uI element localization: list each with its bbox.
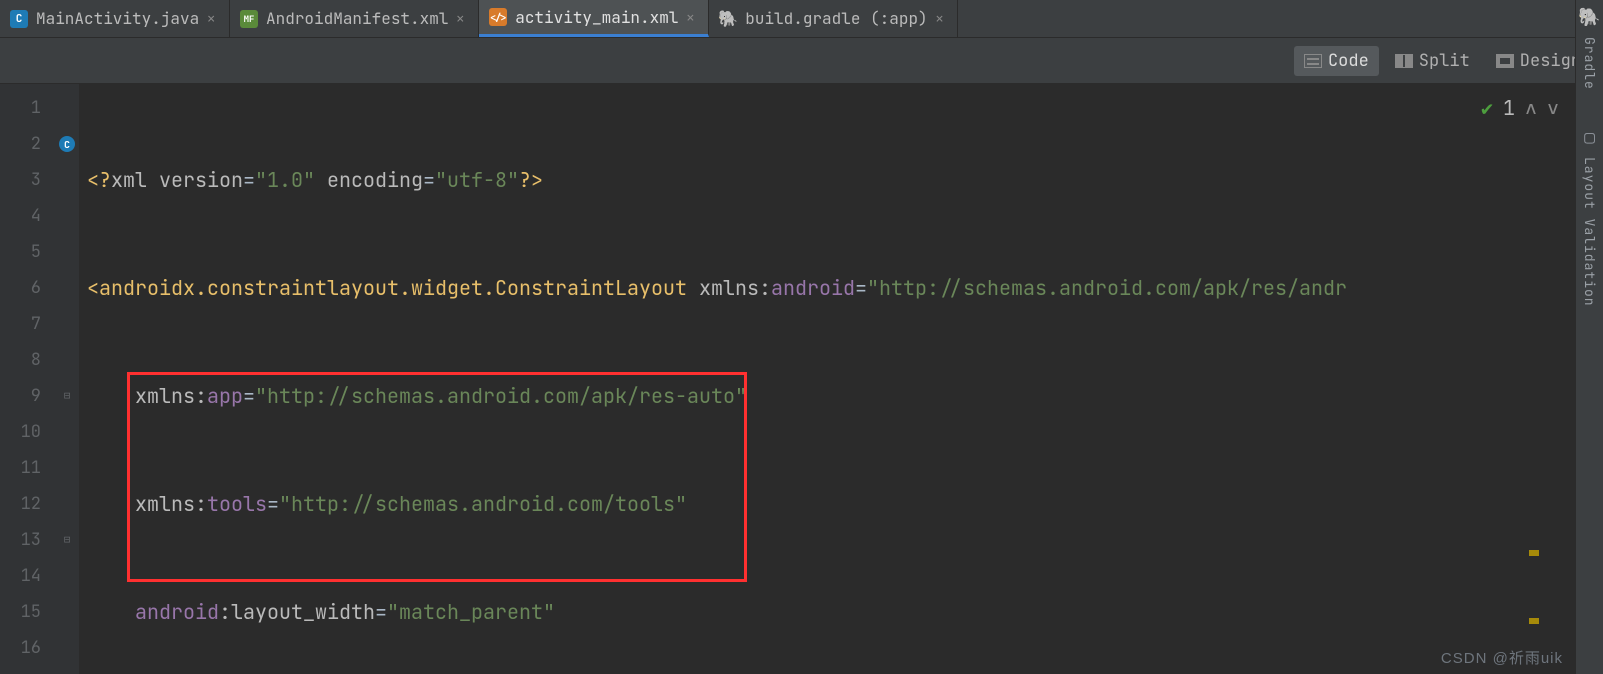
code-area[interactable]: <?xml version="1.0" encoding="utf-8"?> <… bbox=[79, 84, 1603, 674]
layout-xml-icon: </> bbox=[489, 8, 507, 26]
editor-tab-bar: C MainActivity.java ✕ MF AndroidManifest… bbox=[0, 0, 1603, 38]
tab-label: build.gradle (:app) bbox=[745, 8, 927, 29]
manifest-icon: MF bbox=[240, 10, 258, 28]
layout-validation-label[interactable]: Layout Validation bbox=[1581, 157, 1598, 307]
code-line: xmlns:tools="http://schemas.android.com/… bbox=[79, 486, 1603, 522]
tab-label: MainActivity.java bbox=[36, 8, 199, 29]
gutter-icon-strip: C ⊟ ⊟ bbox=[55, 84, 79, 674]
chevron-up-icon[interactable]: ∧ bbox=[1525, 90, 1537, 126]
code-editor[interactable]: 1234 5678 9101112 13141516 C ⊟ ⊟ <?xml v… bbox=[0, 84, 1603, 674]
code-line: <?xml version="1.0" encoding="utf-8"?> bbox=[79, 162, 1603, 198]
gradle-tool-icon[interactable]: 🐘 bbox=[1578, 6, 1600, 29]
close-icon[interactable]: ✕ bbox=[207, 10, 215, 27]
right-tool-strip: 🐘 Gradle ▢ Layout Validation bbox=[1575, 0, 1603, 674]
close-icon[interactable]: ✕ bbox=[686, 9, 694, 26]
gradle-icon: 🐘 bbox=[719, 10, 737, 28]
code-line: <androidx.constraintlayout.widget.Constr… bbox=[79, 270, 1603, 306]
line-number-gutter: 1234 5678 9101112 13141516 bbox=[0, 84, 55, 674]
view-split-button[interactable]: Split bbox=[1385, 46, 1480, 76]
class-gutter-icon[interactable]: C bbox=[59, 136, 75, 152]
design-view-icon bbox=[1496, 54, 1514, 68]
fold-end-icon[interactable]: ⊟ bbox=[64, 533, 71, 547]
tab-manifest[interactable]: MF AndroidManifest.xml ✕ bbox=[230, 0, 479, 37]
split-view-icon bbox=[1395, 54, 1413, 68]
code-view-icon bbox=[1304, 54, 1322, 68]
gradle-tool-label[interactable]: Gradle bbox=[1581, 37, 1598, 90]
inspection-count: 1 bbox=[1503, 90, 1515, 126]
java-class-icon: C bbox=[10, 10, 28, 28]
fold-icon[interactable]: ⊟ bbox=[64, 389, 71, 403]
tab-label: AndroidManifest.xml bbox=[266, 8, 448, 29]
inspection-widget[interactable]: ✔ 1 ∧ ∨ bbox=[1481, 90, 1559, 126]
close-icon[interactable]: ✕ bbox=[936, 10, 944, 27]
chevron-down-icon[interactable]: ∨ bbox=[1547, 90, 1559, 126]
code-line: android:layout_width="match_parent" bbox=[79, 594, 1603, 630]
watermark-text: CSDN @祈雨uik bbox=[1441, 647, 1563, 668]
code-line: xmlns:app="http://schemas.android.com/ap… bbox=[79, 378, 1603, 414]
tab-activity-main-xml[interactable]: </> activity_main.xml ✕ bbox=[479, 0, 709, 37]
checkmark-icon: ✔ bbox=[1481, 90, 1493, 126]
close-icon[interactable]: ✕ bbox=[456, 10, 464, 27]
view-label: Split bbox=[1419, 50, 1470, 72]
error-stripe[interactable] bbox=[1559, 172, 1573, 674]
tab-main-activity[interactable]: C MainActivity.java ✕ bbox=[0, 0, 230, 37]
view-code-button[interactable]: Code bbox=[1294, 46, 1379, 76]
tab-build-gradle[interactable]: 🐘 build.gradle (:app) ✕ bbox=[709, 0, 958, 37]
tab-label: activity_main.xml bbox=[515, 7, 678, 28]
view-label: Design bbox=[1520, 50, 1581, 72]
layout-validation-icon[interactable]: ▢ bbox=[1584, 126, 1595, 149]
layout-view-toolbar: Code Split Design bbox=[0, 38, 1603, 84]
view-label: Code bbox=[1328, 50, 1369, 72]
